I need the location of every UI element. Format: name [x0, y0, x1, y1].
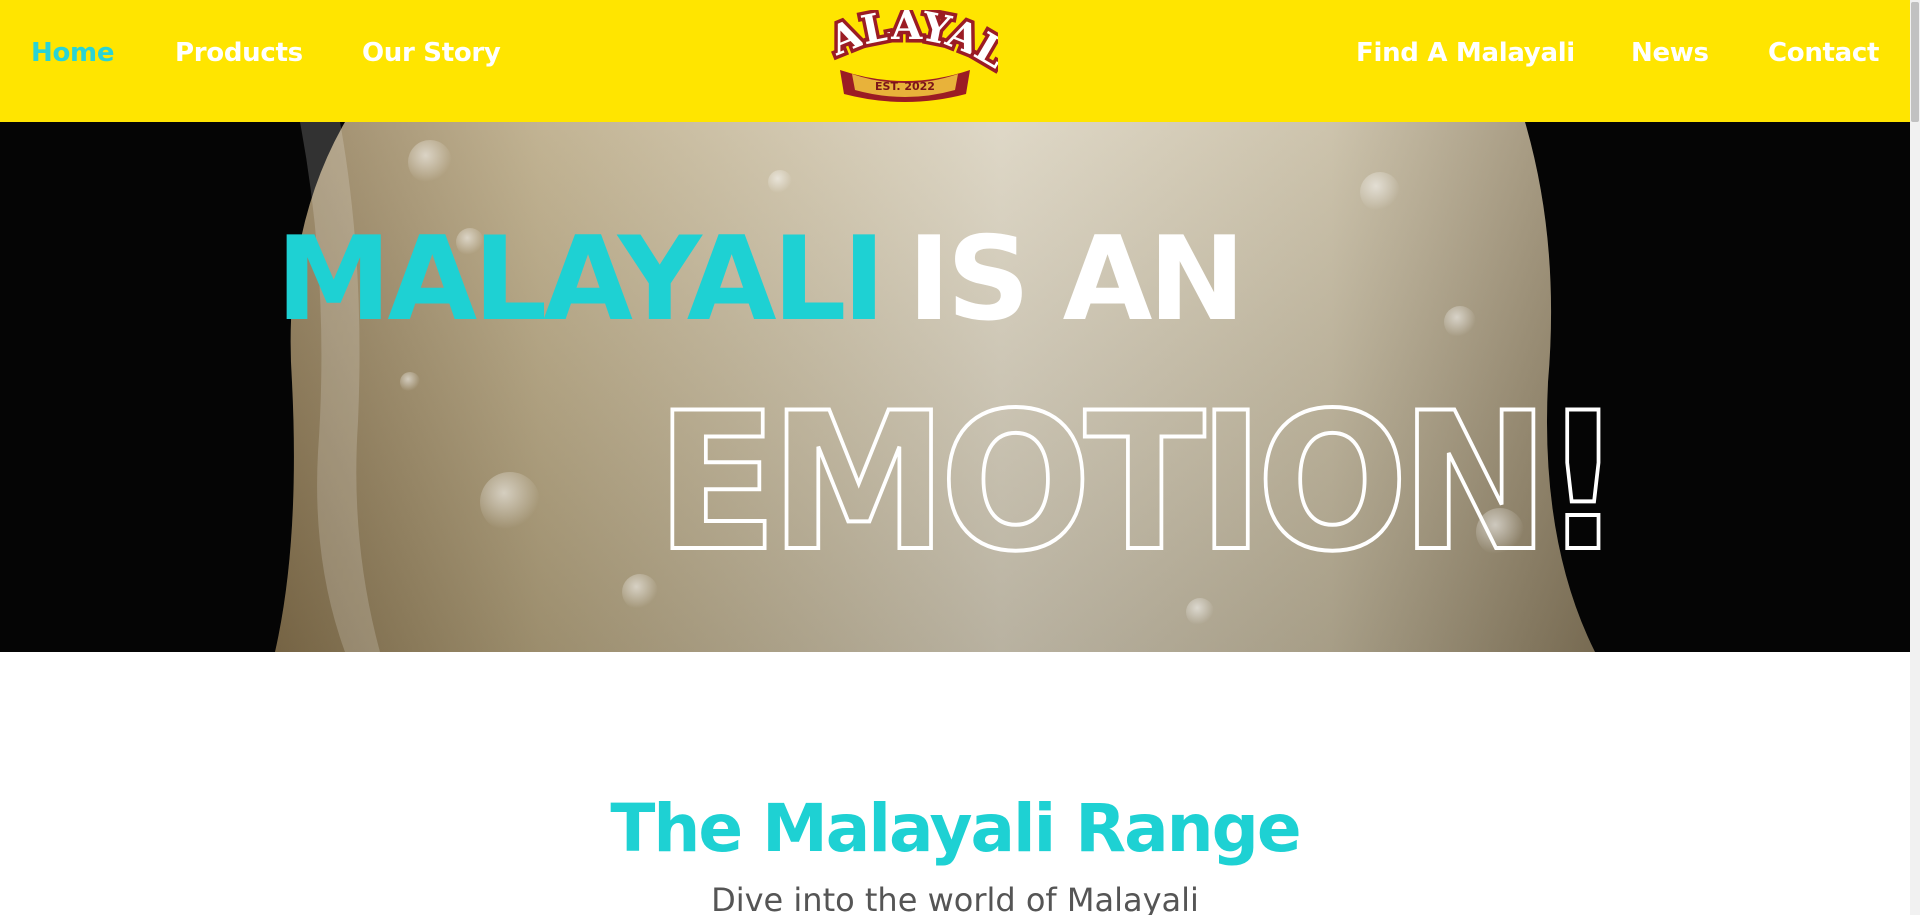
range-section-subtitle: Dive into the world of Malayali: [711, 881, 1199, 915]
hero-headline: MALAYALI IS AN: [276, 222, 1245, 338]
page: Home Products Our Story MALAYALI EST. 20…: [0, 0, 1920, 915]
hero-outline-word: EMOTION!: [656, 378, 1616, 568]
scrollbar-thumb[interactable]: [1911, 2, 1919, 122]
page-scrollbar[interactable]: [1910, 0, 1920, 915]
nav-news-link[interactable]: News: [1631, 38, 1709, 68]
svg-text:MALAYALI: MALAYALI: [812, 10, 998, 78]
logo-wordmark: MALAYALI: [812, 10, 998, 81]
nav-our-story-link[interactable]: Our Story: [362, 38, 501, 68]
nav-products-link[interactable]: Products: [175, 38, 303, 68]
hero-rest-words: IS AN: [907, 212, 1246, 347]
nav-contact-link[interactable]: Contact: [1768, 38, 1879, 68]
brand-logo[interactable]: MALAYALI EST. 2022: [812, 10, 998, 106]
site-header: Home Products Our Story MALAYALI EST. 20…: [0, 0, 1910, 122]
hero-brand-word: MALAYALI: [276, 212, 886, 347]
logo-tagline: EST. 2022: [875, 80, 935, 93]
range-section-title: The Malayali Range: [610, 790, 1301, 867]
hero-banner: MALAYALI IS AN EMOTION!: [0, 122, 1910, 652]
nav-home-link[interactable]: Home: [31, 38, 114, 68]
hero-outline-word-graphic: EMOTION!: [654, 378, 1626, 568]
nav-find-a-malayali-link[interactable]: Find A Malayali: [1356, 38, 1575, 68]
